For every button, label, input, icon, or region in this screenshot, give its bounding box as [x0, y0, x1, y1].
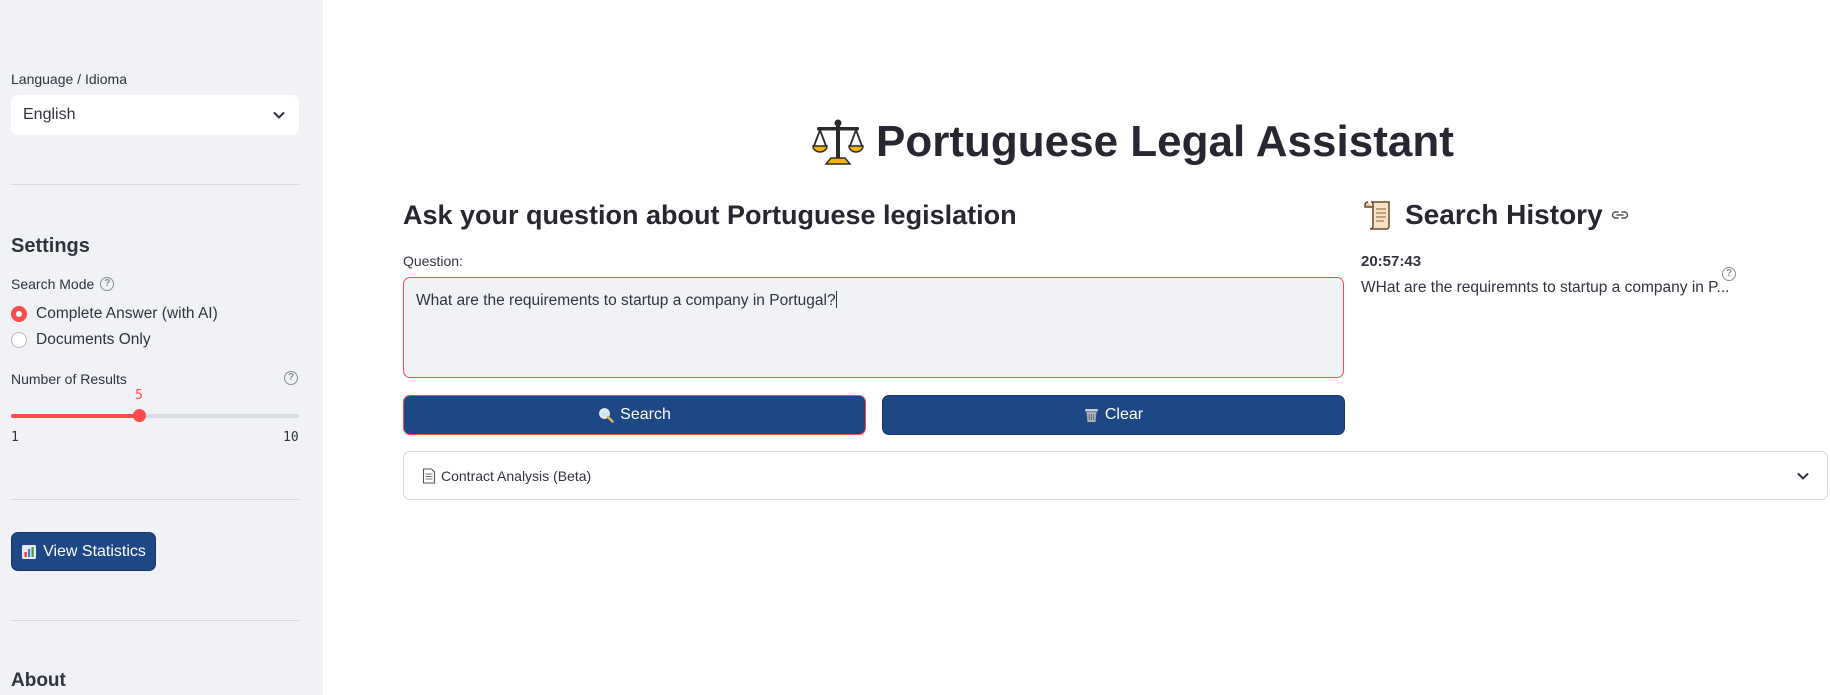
chevron-down-icon	[273, 112, 285, 119]
expander-label: Contract Analysis (Beta)	[441, 467, 592, 484]
language-select[interactable]: English	[11, 95, 299, 135]
sidebar-divider	[11, 620, 299, 621]
help-icon[interactable]: ?	[284, 371, 298, 385]
help-icon[interactable]: ?	[1722, 267, 1736, 281]
results-slider[interactable]: 5	[11, 388, 299, 422]
search-button[interactable]: Search	[403, 395, 866, 435]
slider-fill	[11, 414, 139, 418]
chart-icon	[22, 544, 37, 559]
results-label: Number of Results	[11, 371, 127, 387]
view-statistics-button[interactable]: View Statistics	[11, 532, 156, 571]
radio-selected-icon	[11, 306, 27, 322]
radio-complete-answer[interactable]: Complete Answer (with AI)	[11, 305, 218, 323]
language-label: Language / Idioma	[11, 71, 127, 87]
radio-documents-only[interactable]: Documents Only	[11, 331, 151, 349]
scales-icon	[812, 119, 864, 165]
slider-min: 1	[11, 430, 19, 445]
document-icon	[422, 467, 436, 484]
view-statistics-label: View Statistics	[43, 542, 146, 560]
search-history-heading: Search History	[1363, 198, 1629, 232]
text-caret	[835, 291, 837, 308]
trash-icon	[1084, 409, 1098, 422]
slider-max: 10	[283, 430, 299, 445]
question-heading: Ask your question about Portuguese legis…	[403, 200, 1017, 230]
page-title: Portuguese Legal Assistant	[812, 116, 1454, 168]
radio-label: Complete Answer (with AI)	[36, 305, 218, 322]
search-mode-label: Search Mode	[11, 276, 95, 292]
help-icon[interactable]: ?	[100, 277, 115, 291]
sidebar: Language / Idioma English Settings Searc…	[0, 0, 323, 695]
search-button-label: Search	[620, 406, 671, 423]
question-value: What are the requirements to startup a c…	[416, 292, 836, 309]
radio-unselected-icon	[11, 332, 27, 348]
search-history-title: Search History	[1405, 199, 1603, 230]
clear-button[interactable]: Clear	[882, 395, 1345, 435]
question-label: Question:	[403, 253, 463, 269]
slider-thumb[interactable]	[133, 409, 146, 422]
about-heading: About	[11, 670, 66, 691]
slider-value: 5	[135, 388, 143, 403]
chevron-down-icon	[1797, 472, 1809, 480]
page-title-text: Portuguese Legal Assistant	[876, 117, 1454, 166]
scroll-icon	[1364, 201, 1390, 230]
language-value: English	[23, 106, 76, 123]
question-textarea[interactable]: What are the requirements to startup a c…	[403, 277, 1344, 378]
contract-analysis-expander[interactable]: Contract Analysis (Beta)	[403, 451, 1828, 500]
history-entry-query[interactable]: WHat are the requiremnts to startup a co…	[1361, 279, 1729, 297]
radio-label: Documents Only	[36, 331, 151, 348]
clear-button-label: Clear	[1104, 406, 1144, 423]
settings-heading: Settings	[11, 235, 90, 257]
history-entry-time: 20:57:43	[1361, 253, 1422, 270]
expander-header: Contract Analysis (Beta)	[422, 468, 591, 484]
app: Language / Idioma English Settings Searc…	[0, 0, 1830, 695]
search-icon	[599, 408, 614, 423]
sidebar-divider	[11, 499, 299, 500]
search-mode-label-row: Search Mode ?	[11, 276, 115, 292]
link-icon[interactable]	[1611, 209, 1629, 221]
sidebar-divider	[11, 184, 299, 185]
